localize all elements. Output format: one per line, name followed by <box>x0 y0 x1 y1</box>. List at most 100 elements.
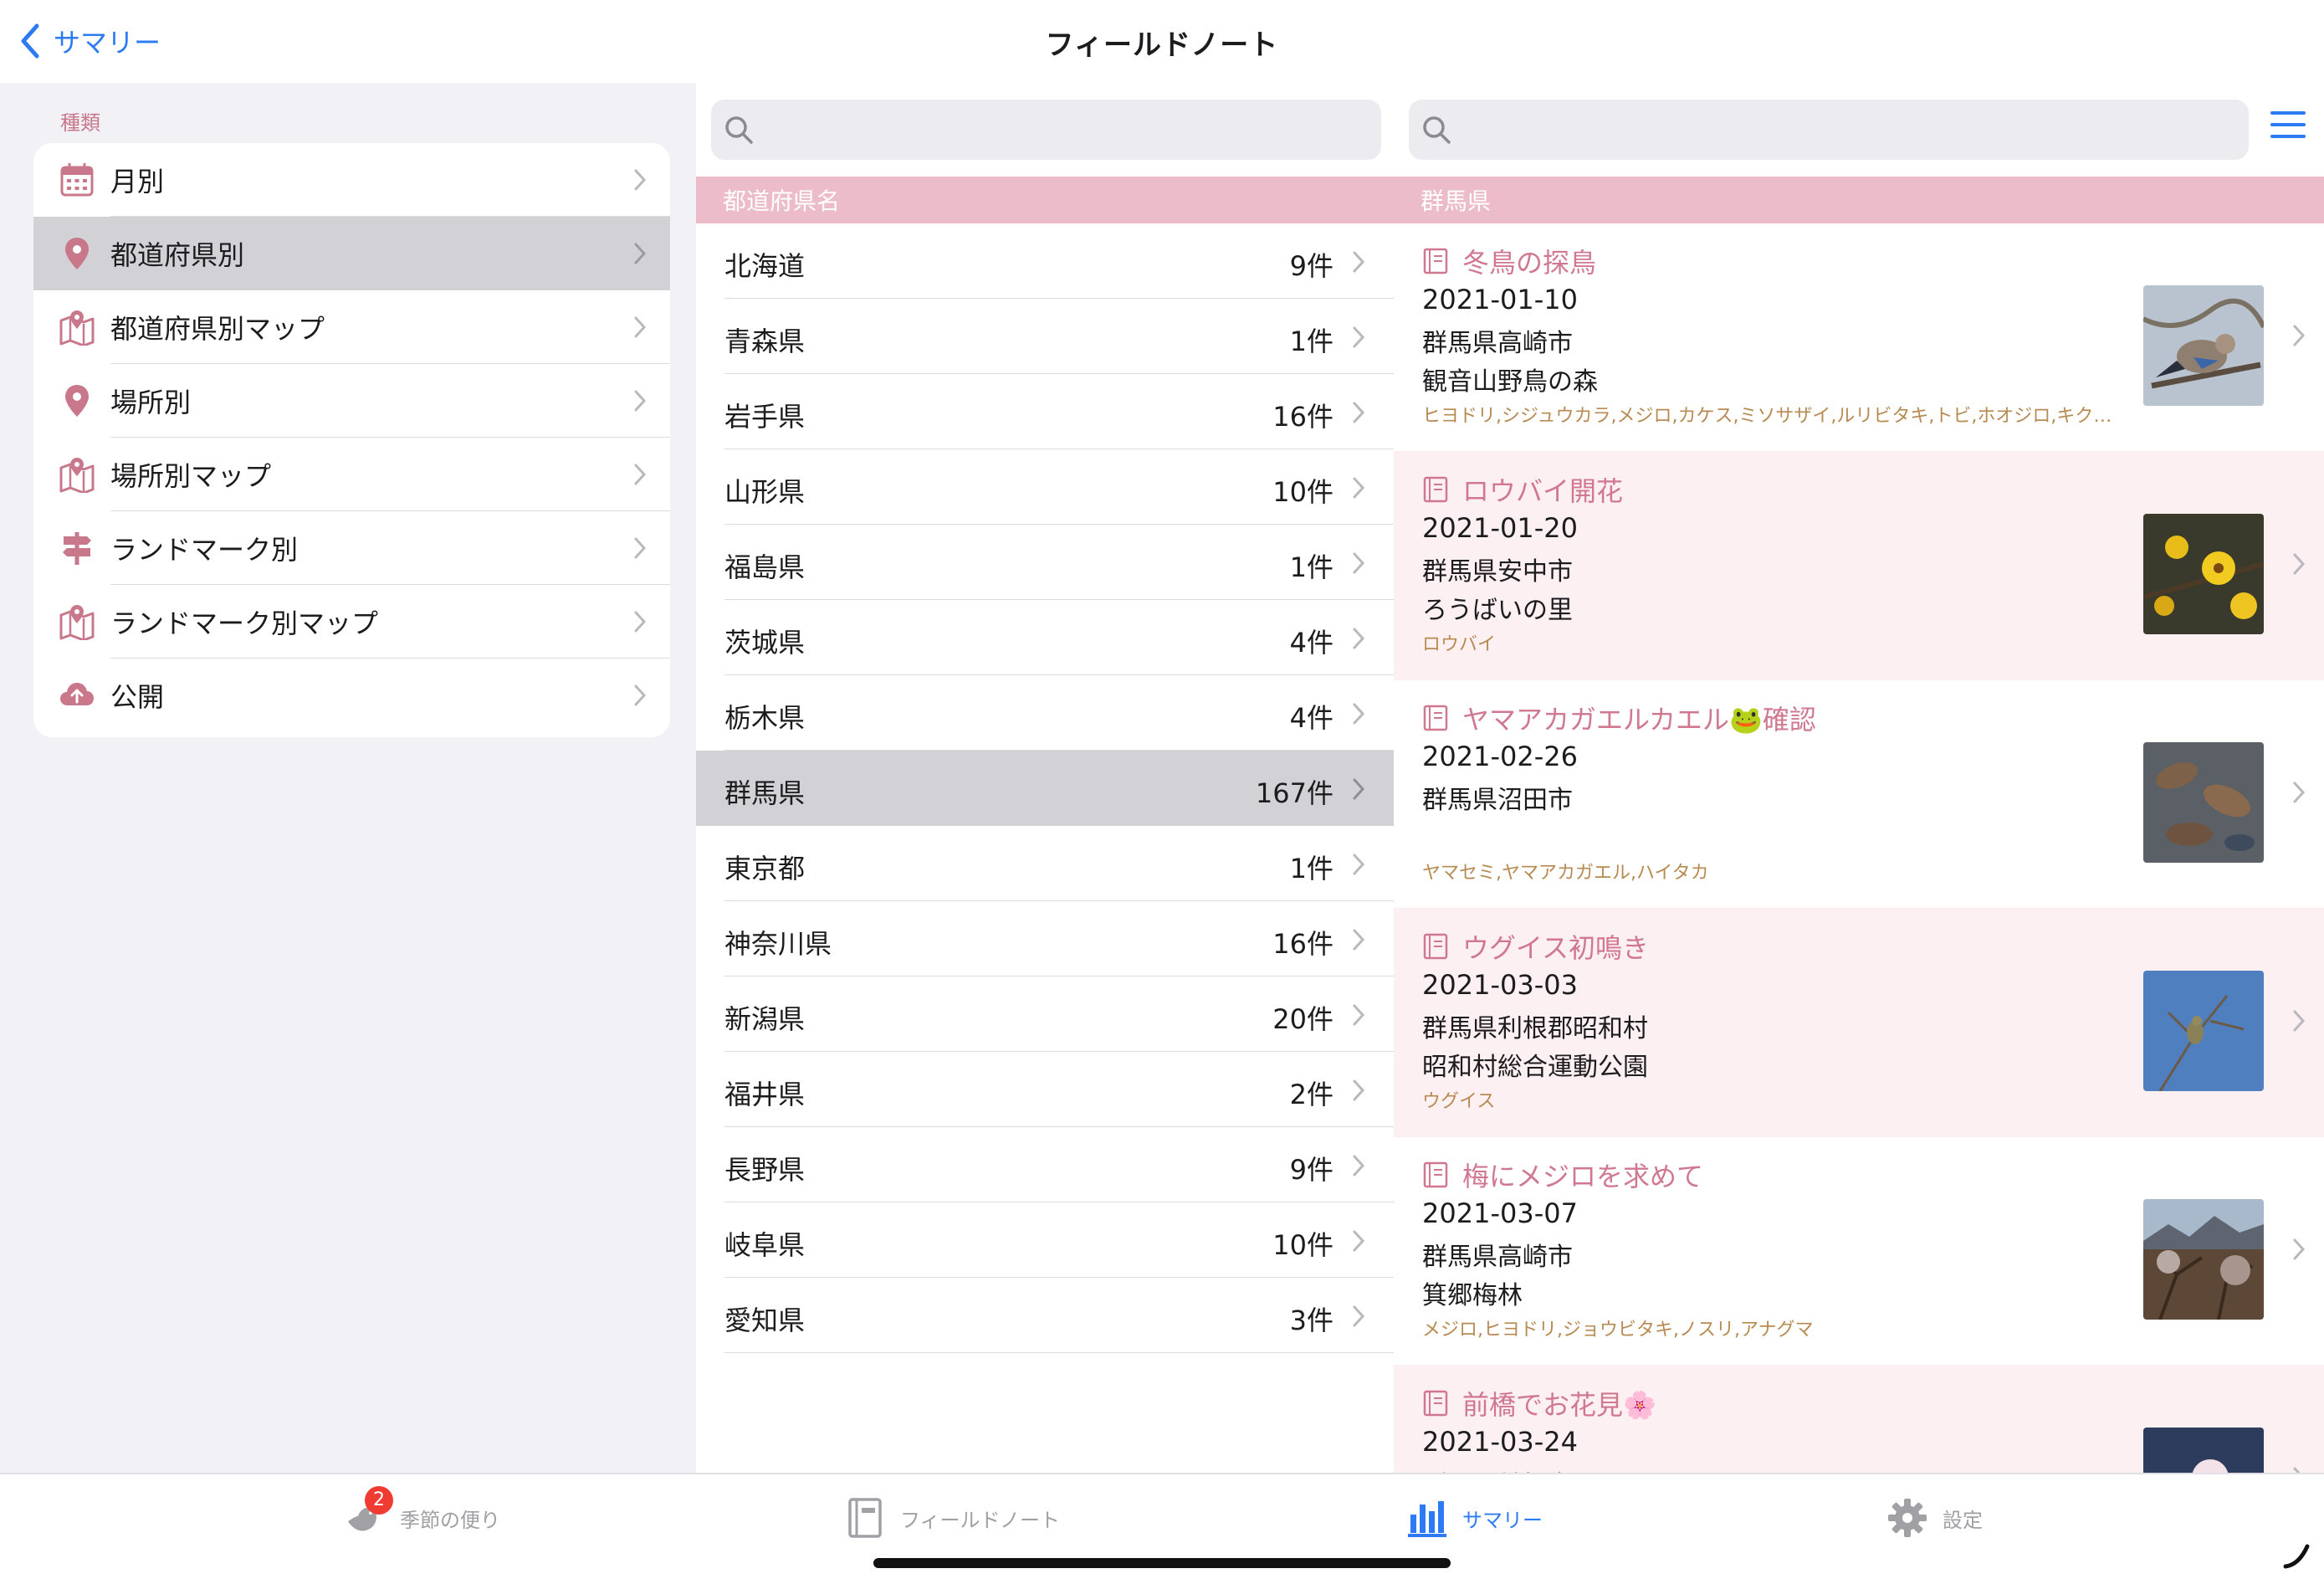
location-pin-icon <box>57 381 97 421</box>
sidebar-item-label: 場所別 <box>110 387 192 418</box>
tab-label: フィールドノート <box>900 1508 1061 1532</box>
note-item[interactable]: 前橋でお花見🌸 2021-03-24 群馬県前橋市 <box>1394 1366 2324 1473</box>
page-title: フィールドノート <box>1045 28 1279 62</box>
note-place: 箕郷梅林 <box>1422 1281 1523 1310</box>
search-icon <box>725 116 753 144</box>
sidebar-item-landmark[interactable]: ランドマーク別 <box>33 511 670 585</box>
note-city: 群馬県高崎市 <box>1422 329 1573 358</box>
divider <box>724 1352 1394 1353</box>
chevron-right-icon <box>634 243 647 264</box>
tab-settings[interactable]: 設定 <box>1886 1496 1983 1540</box>
notes-search-input[interactable] <box>1462 114 2219 146</box>
list-item[interactable]: 神奈川県 16件 <box>696 901 1394 977</box>
sidebar: 種類 月別 都道府県別 都道府県別マップ 場所別 場所別マップ ランドマーク別 … <box>0 83 696 1473</box>
note-city: 群馬県前橋市 <box>1422 1464 1573 1473</box>
chevron-right-icon <box>634 537 647 559</box>
list-item[interactable]: 栃木県 4件 <box>696 675 1394 751</box>
notification-badge: 2 <box>365 1486 393 1515</box>
chevron-right-icon <box>1353 1305 1365 1327</box>
sidebar-item-prefecture-map[interactable]: 都道府県別マップ <box>33 290 670 364</box>
note-count: 3件 <box>1289 1305 1333 1336</box>
list-item[interactable]: 東京都 1件 <box>696 826 1394 901</box>
notebook-icon <box>1423 248 1448 274</box>
chevron-right-icon <box>634 684 647 706</box>
menu-icon[interactable] <box>2269 108 2307 141</box>
map-icon <box>57 602 97 642</box>
prefecture-name: 福井県 <box>724 1079 806 1110</box>
tab-field-notes[interactable]: フィールドノート <box>843 1496 1060 1540</box>
note-date: 2021-03-07 <box>1422 1197 1578 1229</box>
note-item[interactable]: 梅にメジロを求めて 2021-03-07 群馬県高崎市 箕郷梅林 メジロ,ヒヨド… <box>1394 1137 2324 1366</box>
note-date: 2021-01-10 <box>1422 284 1578 315</box>
list-item[interactable]: 福井県 2件 <box>696 1052 1394 1127</box>
location-pin-icon <box>57 233 97 274</box>
prefecture-name: 東京都 <box>724 853 806 884</box>
bird-jay-photo <box>2143 285 2264 406</box>
chevron-right-icon <box>2293 782 2306 803</box>
note-count: 167件 <box>1255 777 1333 809</box>
prefecture-name: 栃木県 <box>724 702 806 734</box>
note-place: 観音山野鳥の森 <box>1422 367 1598 397</box>
note-title: ウグイス初鳴き <box>1462 932 1650 964</box>
list-item[interactable]: 茨城県 4件 <box>696 600 1394 675</box>
map-icon <box>57 454 97 495</box>
tab-label: サマリー <box>1462 1508 1543 1532</box>
note-item[interactable]: 冬鳥の探鳥 2021-01-10 群馬県高崎市 観音山野鳥の森 ヒヨドリ,シジュ… <box>1394 223 2324 452</box>
sidebar-item-label: 公開 <box>110 681 165 713</box>
chevron-right-icon <box>2293 553 2306 575</box>
note-place: 昭和村総合運動公園 <box>1422 1053 1648 1082</box>
notes-search-field[interactable] <box>1409 100 2249 160</box>
list-item[interactable]: 群馬県 167件 <box>696 751 1394 826</box>
note-tags: ロウバイ <box>1422 634 1497 655</box>
prefecture-panel: 都道府県名 北海道 9件 青森県 1件 岩手県 16件 山形県 10件 福島県 1件 茨城… <box>696 83 1394 1473</box>
chevron-right-icon <box>1353 552 1365 574</box>
sidebar-item-landmark-map[interactable]: ランドマーク別マップ <box>33 585 670 659</box>
sidebar-list: 月別 都道府県別 都道府県別マップ 場所別 場所別マップ ランドマーク別 ランド… <box>33 143 670 737</box>
list-item[interactable]: 青森県 1件 <box>696 299 1394 374</box>
prefecture-name: 群馬県 <box>724 777 806 809</box>
notebook-icon <box>1423 933 1448 960</box>
list-item[interactable]: 山形県 10件 <box>696 449 1394 525</box>
prefecture-search-input[interactable] <box>765 114 1354 146</box>
tab-seasonal-news[interactable]: 季節の便り 2 <box>343 1486 500 1540</box>
sidebar-item-prefecture[interactable]: 都道府県別 <box>33 217 670 290</box>
home-indicator[interactable] <box>873 1558 1451 1568</box>
list-item[interactable]: 長野県 9件 <box>696 1127 1394 1202</box>
prefecture-name: 福島県 <box>724 551 806 583</box>
prefecture-section-header: 都道府県名 <box>696 177 1394 223</box>
list-item[interactable]: 岩手県 16件 <box>696 374 1394 449</box>
note-count: 16件 <box>1272 401 1333 433</box>
tab-summary[interactable]: サマリー <box>1405 1496 1543 1540</box>
note-item[interactable]: ロウバイ開花 2021-01-20 群馬県安中市 ろうばいの里 ロウバイ <box>1394 452 2324 680</box>
sidebar-item-location-map[interactable]: 場所別マップ <box>33 438 670 511</box>
note-tags: ウグイス <box>1422 1091 1496 1112</box>
note-item[interactable]: ウグイス初鳴き 2021-03-03 群馬県利根郡昭和村 昭和村総合運動公園 ウ… <box>1394 909 2324 1137</box>
prefecture-list: 北海道 9件 青森県 1件 岩手県 16件 山形県 10件 福島県 1件 茨城県 4件 栃木… <box>696 223 1394 1353</box>
note-count: 20件 <box>1272 1003 1333 1035</box>
search-icon <box>1423 116 1451 144</box>
chevron-right-icon <box>634 464 647 485</box>
note-count: 16件 <box>1272 928 1333 960</box>
notes-panel: 群馬県 冬鳥の探鳥 2021-01-10 群馬県高崎市 観音山野鳥の森 ヒヨドリ… <box>1394 83 2324 1473</box>
sidebar-item-publish[interactable]: 公開 <box>33 659 670 732</box>
note-item[interactable]: ヤマアカガエルカエル🐸確認 2021-02-26 群馬県沼田市 ヤマセミ,ヤマア… <box>1394 680 2324 909</box>
note-city: 群馬県沼田市 <box>1422 786 1573 815</box>
note-count: 9件 <box>1289 1154 1333 1186</box>
chevron-right-icon <box>634 390 647 412</box>
list-item[interactable]: 北海道 9件 <box>696 223 1394 299</box>
list-item[interactable]: 愛知県 3件 <box>696 1278 1394 1353</box>
chevron-right-icon <box>1353 1004 1365 1026</box>
note-title: 梅にメジロを求めて <box>1462 1161 1704 1192</box>
prefecture-name: 新潟県 <box>724 1003 806 1035</box>
notes-section-header: 群馬県 <box>1394 177 2324 223</box>
list-item[interactable]: 岐阜県 10件 <box>696 1202 1394 1278</box>
sidebar-section-header: 種類 <box>60 111 100 135</box>
prefecture-name: 神奈川県 <box>724 928 832 960</box>
sidebar-item-location[interactable]: 場所別 <box>33 364 670 438</box>
sidebar-item-monthly[interactable]: 月別 <box>33 143 670 217</box>
list-item[interactable]: 福島県 1件 <box>696 525 1394 600</box>
notebook-icon <box>848 1498 882 1538</box>
prefecture-search-field[interactable] <box>711 100 1381 160</box>
list-item[interactable]: 新潟県 20件 <box>696 977 1394 1052</box>
frog-pond-photo <box>2143 742 2264 863</box>
